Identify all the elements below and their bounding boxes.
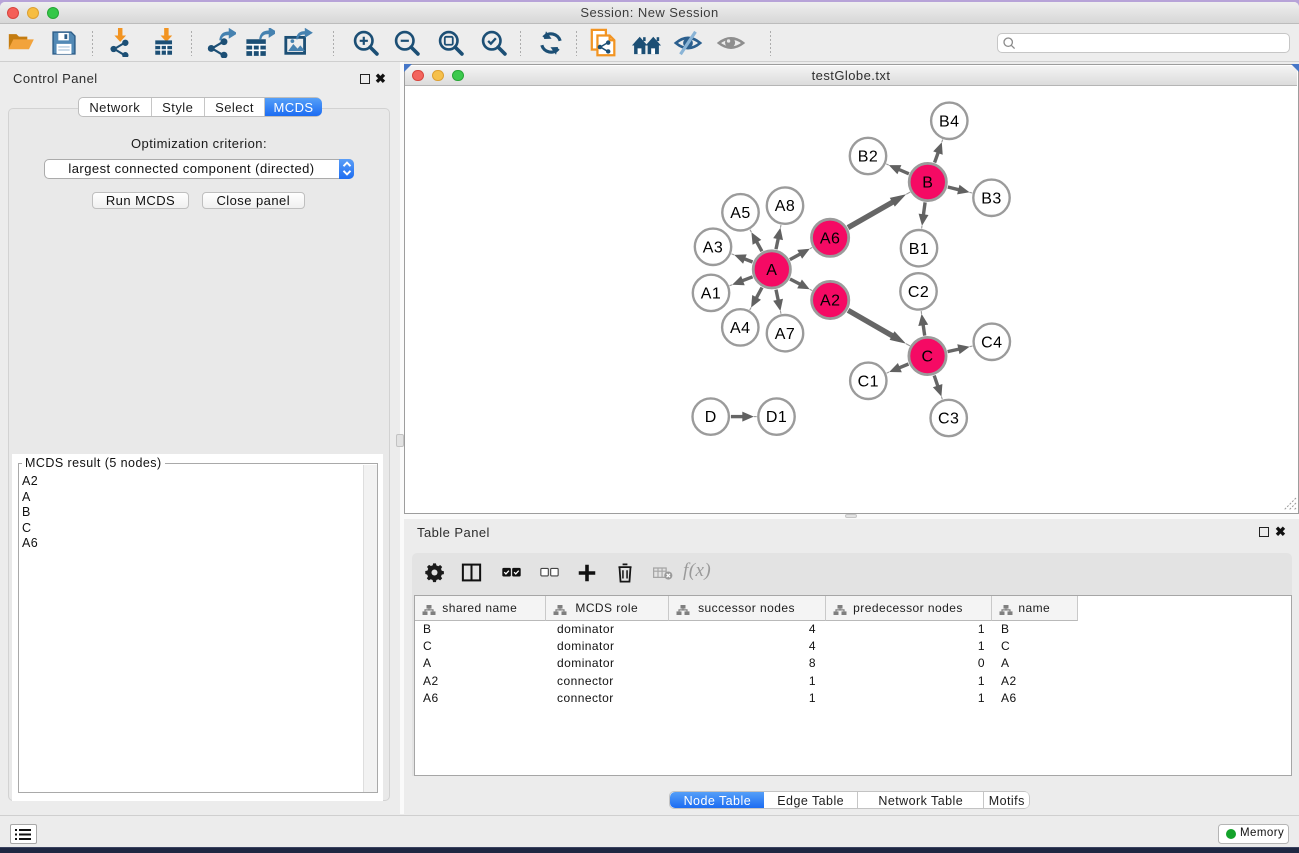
- svg-text:B3: B3: [981, 190, 1001, 207]
- svg-text:A7: A7: [774, 326, 794, 343]
- svg-text:A2: A2: [819, 293, 839, 310]
- svg-text:D: D: [704, 409, 716, 426]
- svg-text:A5: A5: [730, 205, 750, 222]
- svg-text:B1: B1: [908, 241, 928, 258]
- svg-text:A4: A4: [730, 320, 750, 337]
- svg-text:A6: A6: [819, 230, 839, 247]
- svg-text:C: C: [921, 349, 933, 366]
- svg-text:D1: D1: [765, 409, 786, 426]
- svg-text:C1: C1: [857, 373, 878, 390]
- svg-text:A: A: [766, 262, 777, 279]
- svg-text:B: B: [922, 175, 933, 192]
- svg-text:B2: B2: [857, 149, 877, 166]
- svg-text:A1: A1: [700, 286, 720, 303]
- svg-text:C2: C2: [907, 284, 928, 301]
- svg-text:B4: B4: [939, 113, 959, 130]
- svg-text:C3: C3: [938, 411, 959, 428]
- svg-text:A3: A3: [702, 239, 722, 256]
- svg-text:C4: C4: [981, 334, 1002, 351]
- svg-text:A8: A8: [774, 198, 794, 215]
